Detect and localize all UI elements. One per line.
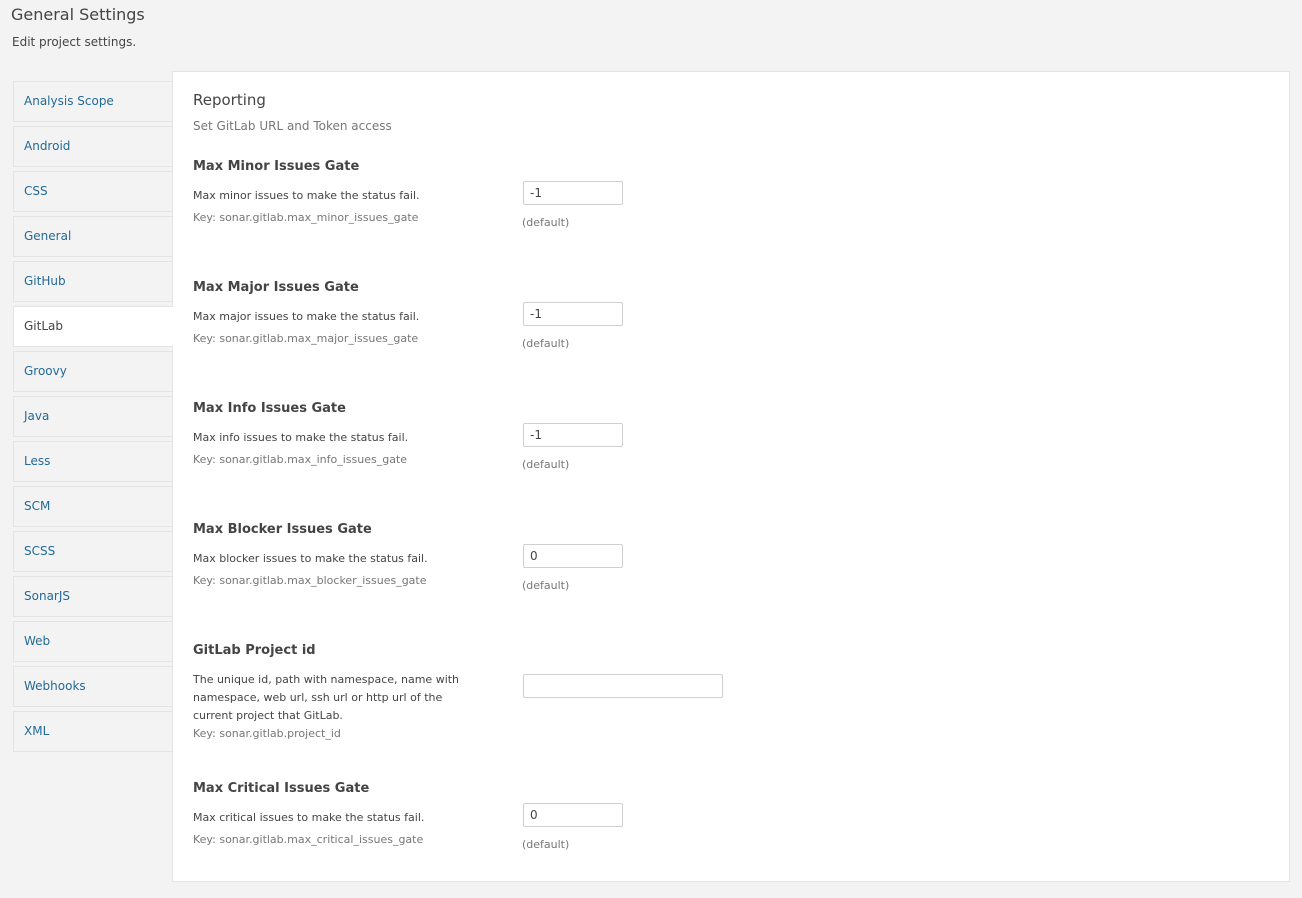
- setting-name: Max Blocker Issues Gate: [193, 522, 372, 537]
- setting-name: Max Critical Issues Gate: [193, 781, 370, 796]
- setting-gitlab-project-id: GitLab Project id The unique id, path wi…: [193, 642, 1273, 740]
- sidebar-item-xml[interactable]: XML: [13, 711, 173, 752]
- sidebar-item-web[interactable]: Web: [13, 621, 173, 662]
- default-label: (default): [522, 458, 570, 471]
- setting-max-info-issues-gate: Max Info Issues Gate Max info issues to …: [193, 400, 1273, 471]
- page-title: General Settings: [11, 5, 145, 24]
- sidebar-item-less[interactable]: Less: [13, 441, 173, 482]
- section-description: Set GitLab URL and Token access: [193, 119, 392, 133]
- max-critical-issues-gate-input[interactable]: [523, 803, 623, 827]
- sidebar-item-scm[interactable]: SCM: [13, 486, 173, 527]
- setting-name: Max Major Issues Gate: [193, 280, 359, 295]
- setting-key: Key: sonar.gitlab.project_id: [193, 727, 341, 740]
- page-description: Edit project settings.: [12, 35, 137, 49]
- setting-key: Key: sonar.gitlab.max_blocker_issues_gat…: [193, 574, 427, 587]
- setting-description: Max major issues to make the status fail…: [193, 310, 420, 323]
- setting-description: Max minor issues to make the status fail…: [193, 189, 420, 202]
- setting-name: Max Minor Issues Gate: [193, 159, 360, 174]
- settings-panel: Reporting Set GitLab URL and Token acces…: [172, 71, 1290, 882]
- setting-key: Key: sonar.gitlab.max_info_issues_gate: [193, 453, 408, 466]
- sidebar-item-java[interactable]: Java: [13, 396, 173, 437]
- setting-max-critical-issues-gate: Max Critical Issues Gate Max critical is…: [193, 780, 1273, 851]
- default-label: (default): [522, 838, 570, 851]
- sidebar-item-groovy[interactable]: Groovy: [13, 351, 173, 392]
- max-blocker-issues-gate-input[interactable]: [523, 544, 623, 568]
- sidebar-item-sonarjs[interactable]: SonarJS: [13, 576, 173, 617]
- setting-name: GitLab Project id: [193, 643, 316, 658]
- sidebar-item-github[interactable]: GitHub: [13, 261, 173, 302]
- gitlab-project-id-input[interactable]: [523, 674, 723, 698]
- setting-max-minor-issues-gate: Max Minor Issues Gate Max minor issues t…: [193, 158, 1273, 229]
- default-label: (default): [522, 579, 570, 592]
- max-minor-issues-gate-input[interactable]: [523, 181, 623, 205]
- setting-description: The unique id, path with namespace, name…: [193, 673, 460, 722]
- setting-key: Key: sonar.gitlab.max_major_issues_gate: [193, 332, 419, 345]
- section-title: Reporting: [193, 91, 266, 109]
- sidebar-item-gitlab[interactable]: GitLab: [13, 306, 173, 347]
- max-major-issues-gate-input[interactable]: [523, 302, 623, 326]
- setting-max-major-issues-gate: Max Major Issues Gate Max major issues t…: [193, 279, 1273, 350]
- sidebar-item-scss[interactable]: SCSS: [13, 531, 173, 572]
- setting-max-blocker-issues-gate: Max Blocker Issues Gate Max blocker issu…: [193, 521, 1273, 592]
- sidebar-item-webhooks[interactable]: Webhooks: [13, 666, 173, 707]
- sidebar-item-css[interactable]: CSS: [13, 171, 173, 212]
- max-info-issues-gate-input[interactable]: [523, 423, 623, 447]
- setting-description: Max critical issues to make the status f…: [193, 811, 425, 824]
- default-label: (default): [522, 337, 570, 350]
- setting-description-block: The unique id, path with namespace, name…: [193, 671, 483, 743]
- sidebar-item-android[interactable]: Android: [13, 126, 173, 167]
- default-label: (default): [522, 216, 570, 229]
- setting-name: Max Info Issues Gate: [193, 401, 346, 416]
- setting-key: Key: sonar.gitlab.max_minor_issues_gate: [193, 211, 419, 224]
- setting-key: Key: sonar.gitlab.max_critical_issues_ga…: [193, 833, 424, 846]
- setting-description: Max blocker issues to make the status fa…: [193, 552, 428, 565]
- sidebar-item-analysis-scope[interactable]: Analysis Scope: [13, 81, 173, 122]
- sidebar-item-general[interactable]: General: [13, 216, 173, 257]
- category-sidebar: Analysis Scope Android CSS General GitHu…: [13, 81, 173, 756]
- setting-description: Max info issues to make the status fail.: [193, 431, 409, 444]
